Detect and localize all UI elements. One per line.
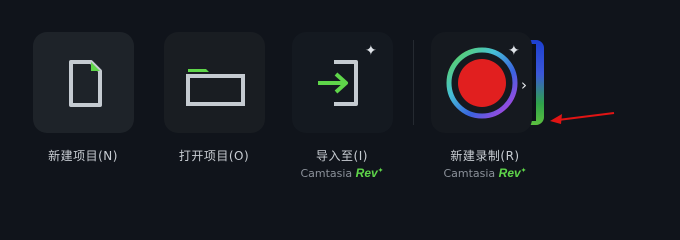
- recording-brand: Camtasia Rev✦: [415, 166, 555, 180]
- import-label: 导入至(I): [316, 149, 368, 163]
- import-brand: Camtasia Rev✦: [272, 166, 412, 180]
- folder-icon: [186, 69, 245, 106]
- brand-camtasia: Camtasia: [300, 167, 353, 180]
- brand-rev: Rev: [355, 166, 378, 180]
- brand-camtasia: Camtasia: [443, 167, 496, 180]
- new-file-icon: [69, 60, 102, 107]
- brand-rev: Rev: [498, 166, 521, 180]
- import-tile[interactable]: [292, 32, 393, 133]
- annotation-arrow-icon: [550, 112, 615, 124]
- divider: [413, 40, 414, 125]
- brand-star-icon: ✦: [520, 166, 527, 175]
- open-project-tile[interactable]: [164, 32, 265, 133]
- new-recording-label: 新建录制(R): [450, 149, 520, 163]
- chevron-right-icon[interactable]: ›: [521, 76, 527, 94]
- sparkle-icon: ✦: [365, 43, 377, 59]
- brand-star-icon: ✦: [377, 166, 384, 175]
- new-project-label: 新建项目(N): [48, 149, 118, 163]
- import-icon: [318, 60, 358, 106]
- open-project-label: 打开项目(O): [178, 149, 250, 163]
- sparkle-icon: ✦: [508, 43, 520, 59]
- new-project-tile[interactable]: [33, 32, 134, 133]
